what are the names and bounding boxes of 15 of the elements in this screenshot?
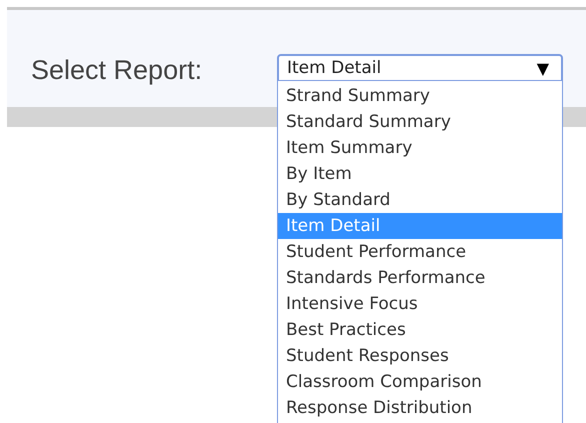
- dropdown-option[interactable]: Student Responses: [278, 343, 562, 369]
- dropdown-option[interactable]: By Standard: [278, 187, 562, 213]
- dropdown-option[interactable]: Item Summary: [278, 135, 562, 161]
- selected-value: Item Detail: [287, 56, 382, 80]
- dropdown-option[interactable]: Intensive Focus: [278, 291, 562, 317]
- dropdown-option[interactable]: Response Distribution: [278, 395, 562, 421]
- select-label: Select Report:: [31, 54, 202, 88]
- dropdown-option[interactable]: Standard Summary: [278, 109, 562, 135]
- dropdown-option[interactable]: By Item: [278, 161, 562, 187]
- dropdown-option[interactable]: Classroom Comparison: [278, 369, 562, 395]
- dropdown-option[interactable]: Strand Summary: [278, 83, 562, 109]
- dropdown-option[interactable]: Student Performance: [278, 239, 562, 265]
- dropdown-option[interactable]: Standards Performance: [278, 265, 562, 291]
- dropdown-option[interactable]: Best Practices: [278, 317, 562, 343]
- dropdown-arrow: ▼: [536, 58, 549, 80]
